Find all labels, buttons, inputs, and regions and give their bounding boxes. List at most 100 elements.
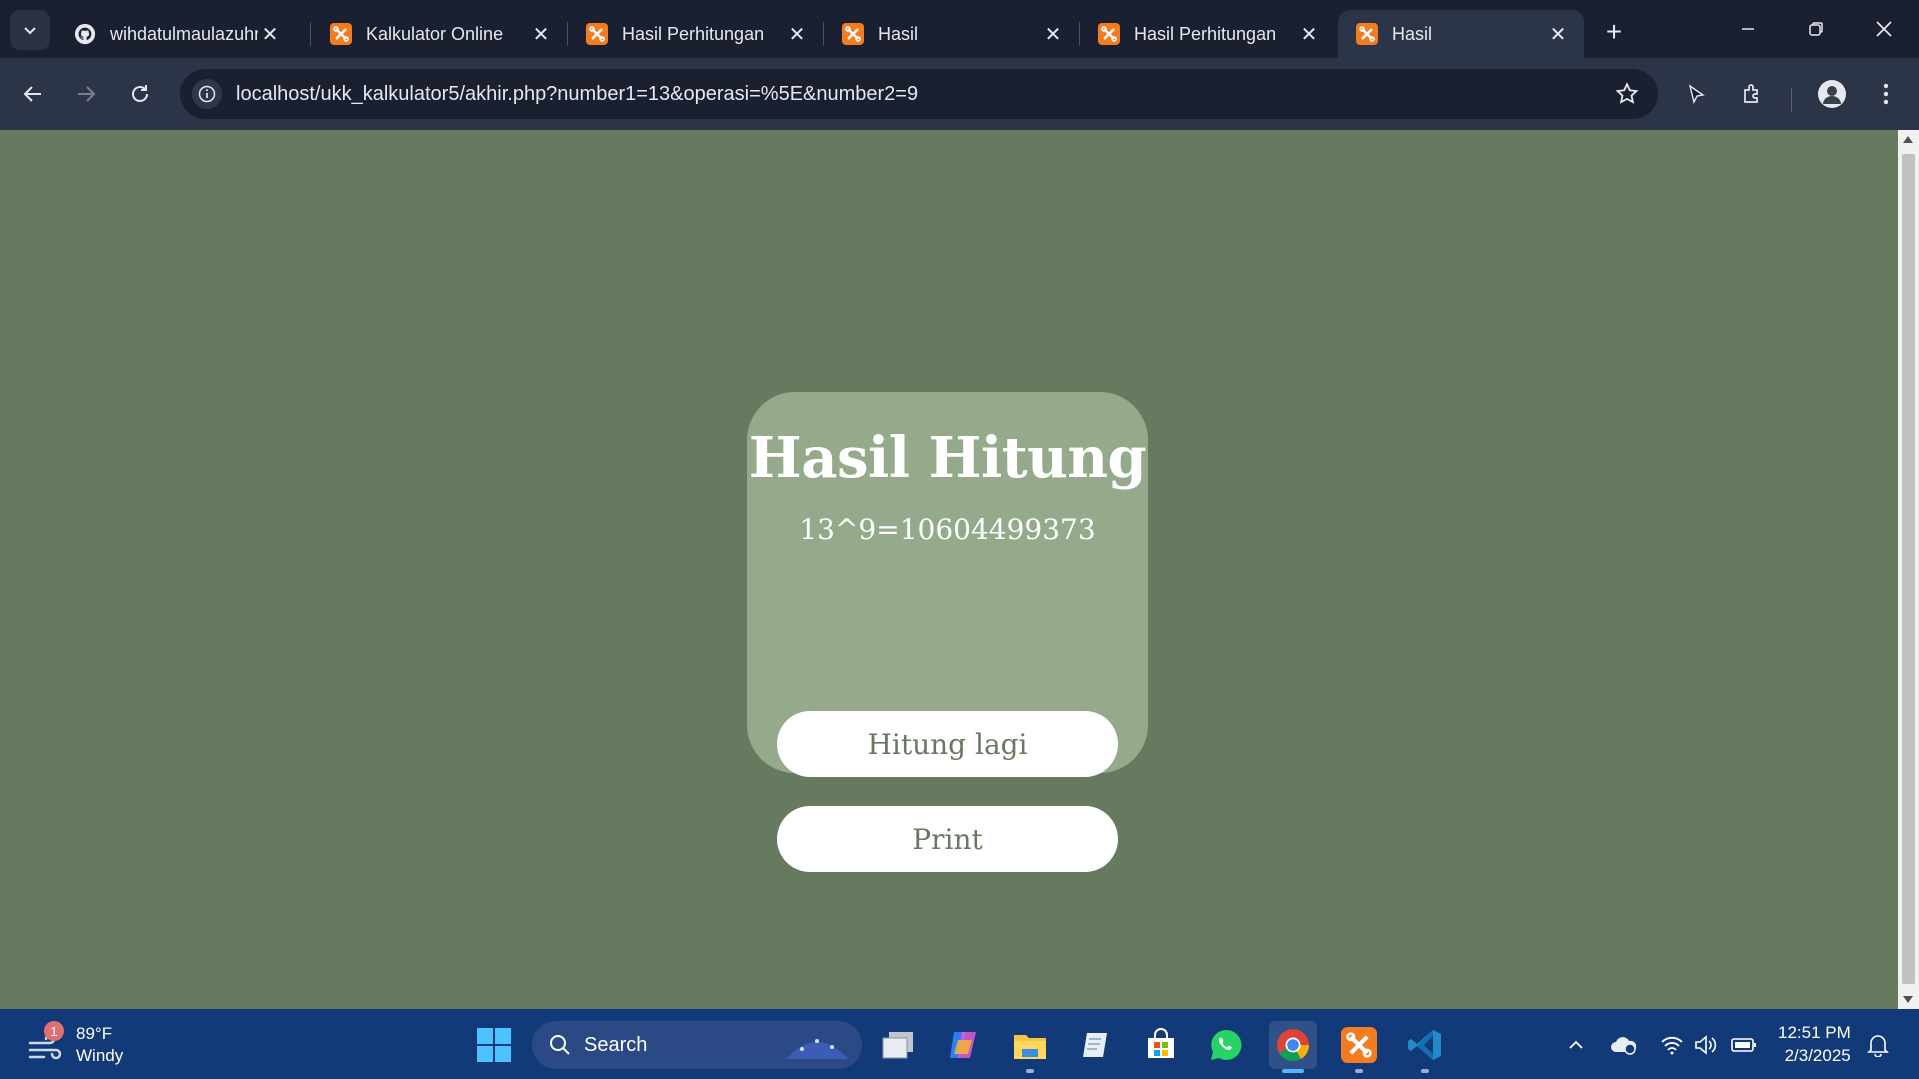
- task-view-button[interactable]: [874, 1021, 922, 1069]
- scroll-down-icon[interactable]: [1903, 996, 1913, 1003]
- tab-separator: [310, 22, 311, 46]
- forward-button[interactable]: [66, 74, 106, 114]
- windows-start-button[interactable]: [470, 1021, 518, 1069]
- volume-button[interactable]: [1692, 1031, 1720, 1059]
- close-icon[interactable]: ✕: [785, 22, 809, 46]
- chevron-down-icon: [24, 27, 36, 35]
- tab-hasil-perhitungan-2[interactable]: Hasil Perhitungan ✕: [1080, 10, 1335, 58]
- notifications-button[interactable]: [1864, 1031, 1892, 1059]
- tab-title: Kalkulator Online: [366, 23, 504, 44]
- tab-github[interactable]: wihdatulmaulazuhr ✕: [56, 10, 296, 58]
- microsoft-store-button[interactable]: [1137, 1021, 1185, 1069]
- close-icon[interactable]: ✕: [1041, 22, 1065, 46]
- back-button[interactable]: [13, 74, 53, 114]
- xampp-icon: [1356, 23, 1378, 45]
- xampp-icon: [1341, 1027, 1377, 1063]
- tab-hasil[interactable]: Hasil ✕: [824, 10, 1079, 58]
- close-icon[interactable]: ✕: [529, 22, 553, 46]
- tab-title: Hasil Perhitungan: [1134, 23, 1277, 44]
- browser-menu-icon[interactable]: [1868, 76, 1904, 112]
- wifi-button[interactable]: [1658, 1031, 1686, 1059]
- tab-title: Hasil: [1392, 23, 1433, 44]
- xampp-icon: [1098, 23, 1120, 45]
- notification-badge: 1: [44, 1021, 64, 1041]
- wifi-icon: [1661, 1036, 1683, 1055]
- print-button[interactable]: Print: [777, 806, 1118, 872]
- windows-taskbar: 1 89°F Windy Search 12:51 PM 2/3/2025: [0, 1009, 1919, 1079]
- url-text[interactable]: localhost/ukk_kalkulator5/akhir.php?numb…: [236, 83, 918, 106]
- file-explorer-button[interactable]: [1006, 1021, 1054, 1073]
- active-indicator: [1282, 1069, 1304, 1073]
- xampp-icon: [586, 23, 608, 45]
- restore-icon: [1809, 22, 1823, 36]
- whatsapp-icon: [1211, 1029, 1242, 1060]
- windows-start-icon: [477, 1028, 511, 1062]
- weather-widget[interactable]: 1 89°F Windy: [26, 1021, 124, 1067]
- bookmark-star-icon[interactable]: [1614, 81, 1640, 112]
- arrow-right-icon: [78, 86, 96, 102]
- toolbar-separator: [1791, 88, 1792, 112]
- page-content: Hasil Hitung 13^9=10604499373 Hitung lag…: [0, 130, 1898, 1009]
- copilot-button[interactable]: [939, 1021, 987, 1069]
- new-tab-button[interactable]: +: [1596, 14, 1632, 50]
- arrow-left-icon: [23, 86, 41, 102]
- show-hidden-icons-button[interactable]: [1562, 1031, 1590, 1059]
- weather-condition: Windy: [76, 1046, 124, 1065]
- result-card: Hasil Hitung 13^9=10604499373 Hitung lag…: [747, 392, 1148, 872]
- xampp-button[interactable]: [1335, 1021, 1383, 1073]
- profile-avatar-icon[interactable]: [1814, 76, 1850, 112]
- cursor-extension-icon[interactable]: [1678, 76, 1714, 112]
- close-icon[interactable]: ✕: [258, 22, 282, 46]
- search-highlight-icon: [786, 1039, 848, 1059]
- extensions-puzzle-icon[interactable]: [1735, 76, 1771, 112]
- battery-icon: [1731, 1038, 1756, 1052]
- vscode-button[interactable]: [1401, 1021, 1449, 1073]
- taskbar-search[interactable]: Search: [532, 1021, 862, 1069]
- tab-hasil-active[interactable]: Hasil ✕: [1338, 10, 1584, 58]
- chevron-up-icon: [1569, 1040, 1583, 1049]
- vscode-icon: [1408, 1030, 1441, 1060]
- search-label: Search: [584, 1033, 648, 1056]
- tab-title: Hasil: [878, 23, 919, 44]
- close-icon[interactable]: ✕: [1546, 22, 1570, 46]
- tab-search-button[interactable]: [10, 10, 50, 50]
- battery-button[interactable]: [1730, 1031, 1758, 1059]
- chrome-button[interactable]: [1269, 1021, 1317, 1073]
- notepad-button[interactable]: [1071, 1021, 1119, 1069]
- onedrive-button[interactable]: [1610, 1031, 1638, 1059]
- scroll-up-icon[interactable]: [1903, 136, 1913, 143]
- address-bar[interactable]: localhost/ukk_kalkulator5/akhir.php?numb…: [180, 69, 1658, 119]
- browser-toolbar: localhost/ukk_kalkulator5/akhir.php?numb…: [0, 58, 1919, 130]
- clock-time: 12:51 PM: [1778, 1023, 1851, 1042]
- whatsapp-button[interactable]: [1202, 1021, 1250, 1069]
- plus-icon: +: [1605, 16, 1623, 47]
- reload-icon: [132, 85, 148, 102]
- tab-hasil-perhitungan[interactable]: Hasil Perhitungan ✕: [568, 10, 823, 58]
- clock-date: 2/3/2025: [1784, 1046, 1851, 1065]
- close-icon[interactable]: ✕: [1297, 22, 1321, 46]
- taskbar-clock[interactable]: 12:51 PM 2/3/2025: [1778, 1021, 1851, 1067]
- search-icon: [550, 1035, 570, 1055]
- tab-kalkulator-online[interactable]: Kalkulator Online ✕: [312, 10, 567, 58]
- tab-title: Hasil Perhitungan: [622, 23, 765, 44]
- xampp-icon: [330, 23, 352, 45]
- restore-button[interactable]: [1782, 0, 1850, 58]
- reload-button[interactable]: [120, 74, 160, 114]
- page-title: Hasil Hitung: [748, 425, 1147, 491]
- file-explorer-icon: [1014, 1035, 1046, 1059]
- minimize-button[interactable]: [1714, 0, 1782, 58]
- github-icon: [74, 23, 96, 45]
- calculation-result: 13^9=10604499373: [799, 513, 1096, 546]
- hitung-lagi-button[interactable]: Hitung lagi: [777, 711, 1118, 777]
- close-window-button[interactable]: [1850, 0, 1918, 58]
- page-scrollbar[interactable]: [1898, 130, 1919, 1009]
- copilot-icon: [950, 1032, 976, 1058]
- weather-temperature: 89°F: [76, 1024, 113, 1043]
- running-indicator: [1421, 1069, 1429, 1073]
- onedrive-icon: [1611, 1037, 1637, 1055]
- tab-strip: wihdatulmaulazuhr ✕ Kalkulator Online ✕ …: [0, 0, 1919, 58]
- site-info-icon[interactable]: [192, 79, 222, 109]
- notepad-icon: [1083, 1033, 1107, 1057]
- microsoft-store-icon: [1148, 1028, 1174, 1058]
- scrollbar-thumb[interactable]: [1902, 154, 1915, 984]
